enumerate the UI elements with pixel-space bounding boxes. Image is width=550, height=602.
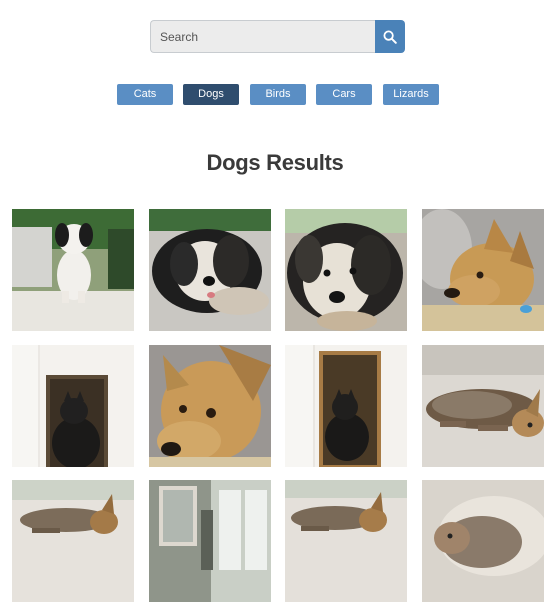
category-tabs: Cats Dogs Birds Cars Lizards xyxy=(0,84,550,105)
result-image-8[interactable] xyxy=(422,345,544,467)
result-image-10[interactable] xyxy=(149,480,271,602)
tab-birds[interactable]: Birds xyxy=(250,84,306,105)
results-title: Dogs Results xyxy=(206,150,344,175)
search-icon xyxy=(383,30,397,44)
search-input[interactable] xyxy=(150,20,375,53)
result-image-11[interactable] xyxy=(285,480,407,602)
result-image-9[interactable] xyxy=(12,480,134,602)
result-image-12[interactable] xyxy=(422,480,544,602)
tab-lizards[interactable]: Lizards xyxy=(383,84,439,105)
tab-cats[interactable]: Cats xyxy=(117,84,173,105)
result-image-7[interactable] xyxy=(285,345,407,467)
result-image-2[interactable] xyxy=(149,209,271,331)
tab-dogs[interactable]: Dogs xyxy=(183,84,239,105)
result-image-4[interactable] xyxy=(422,209,544,331)
search-bar xyxy=(150,20,405,53)
search-button[interactable] xyxy=(375,20,405,53)
result-image-6[interactable] xyxy=(149,345,271,467)
tab-cars[interactable]: Cars xyxy=(316,84,372,105)
result-image-1[interactable] xyxy=(12,209,134,331)
result-image-3[interactable] xyxy=(285,209,407,331)
result-image-5[interactable] xyxy=(12,345,134,467)
